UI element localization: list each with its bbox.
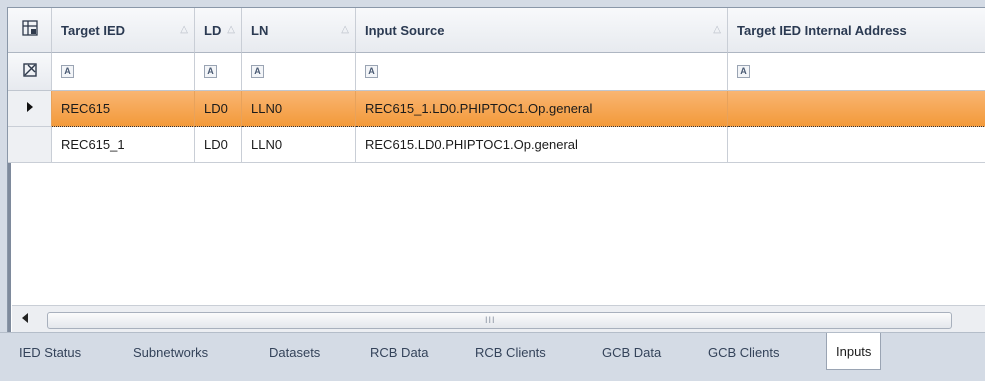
- column-header-ln[interactable]: LN △: [242, 8, 356, 53]
- cell-input-source[interactable]: REC615.LD0.PHIPTOC1.Op.general: [356, 127, 728, 163]
- tab-gcb-data[interactable]: GCB Data: [593, 338, 670, 368]
- cell-target-ied-internal-address[interactable]: [728, 91, 985, 127]
- tab-gcb-clients[interactable]: GCB Clients: [699, 338, 789, 368]
- column-label: LN: [251, 22, 269, 38]
- tab-datasets[interactable]: Datasets: [260, 338, 329, 368]
- filter-cell-input-source[interactable]: A: [356, 53, 728, 91]
- bottom-tab-bar: IED Status Subnetworks Datasets RCB Data…: [0, 332, 985, 381]
- column-header-target-ied-internal-address[interactable]: Target IED Internal Address: [728, 8, 985, 53]
- cell-ln[interactable]: LLN0: [242, 91, 356, 127]
- cell-ld[interactable]: LD0: [195, 127, 242, 163]
- cell-input-source[interactable]: REC615_1.LD0.PHIPTOC1.Op.general: [356, 91, 728, 127]
- horizontal-scrollbar[interactable]: III: [12, 305, 985, 334]
- filter-toggle-icon: [22, 63, 37, 80]
- tab-rcb-data[interactable]: RCB Data: [361, 338, 438, 368]
- grid-left-border: [8, 163, 11, 333]
- row-indicator[interactable]: [8, 127, 52, 163]
- tab-subnetworks[interactable]: Subnetworks: [124, 338, 217, 368]
- filter-operator-icon[interactable]: A: [365, 65, 378, 78]
- sort-icon: △: [180, 24, 188, 35]
- column-header-input-source[interactable]: Input Source △: [356, 8, 728, 53]
- column-header-ld[interactable]: LD △: [195, 8, 242, 53]
- filter-operator-icon[interactable]: A: [737, 65, 750, 78]
- inputs-grid-panel: Target IED △ LD △ LN △ Input Source △ Ta…: [7, 7, 985, 381]
- table-row[interactable]: REC615 LD0 LLN0 REC615_1.LD0.PHIPTOC1.Op…: [8, 91, 985, 127]
- row-indicator[interactable]: [8, 91, 52, 127]
- filter-cell-ld[interactable]: A: [195, 53, 242, 91]
- column-label: LD: [204, 22, 222, 38]
- column-label: Input Source: [365, 22, 445, 38]
- grid-header: Target IED △ LD △ LN △ Input Source △ Ta…: [8, 8, 985, 53]
- filter-operator-icon[interactable]: A: [61, 65, 74, 78]
- column-label: Target IED: [61, 22, 126, 38]
- filter-cell-ln[interactable]: A: [242, 53, 356, 91]
- filter-operator-icon[interactable]: A: [251, 65, 264, 78]
- sort-icon: △: [713, 24, 721, 35]
- column-chooser-button[interactable]: [8, 8, 52, 53]
- filter-row: A A A A A: [8, 53, 985, 91]
- cell-target-ied-internal-address[interactable]: [728, 127, 985, 163]
- filter-operator-icon[interactable]: A: [204, 65, 217, 78]
- scrollbar-thumb[interactable]: III: [47, 312, 952, 329]
- scrollbar-grip: III: [485, 315, 496, 325]
- row-pointer-icon: [26, 102, 34, 115]
- tab-rcb-clients[interactable]: RCB Clients: [466, 338, 555, 368]
- column-header-target-ied[interactable]: Target IED △: [52, 8, 195, 53]
- cell-ld[interactable]: LD0: [195, 91, 242, 127]
- table-row[interactable]: REC615_1 LD0 LLN0 REC615.LD0.PHIPTOC1.Op…: [8, 127, 985, 163]
- tab-ied-status[interactable]: IED Status: [10, 338, 90, 368]
- tab-inputs[interactable]: Inputs: [826, 333, 882, 370]
- cell-ln[interactable]: LLN0: [242, 127, 356, 163]
- scroll-left-icon[interactable]: [18, 313, 32, 327]
- grid-empty-area: [8, 163, 985, 305]
- filter-toggle-button[interactable]: [8, 53, 52, 91]
- sort-icon: △: [341, 24, 349, 35]
- filter-cell-target-ied-internal-address[interactable]: A: [728, 53, 985, 91]
- column-chooser-icon: [21, 20, 38, 40]
- cell-target-ied[interactable]: REC615_1: [52, 127, 195, 163]
- sort-icon: △: [227, 24, 235, 35]
- filter-cell-target-ied[interactable]: A: [52, 53, 195, 91]
- column-label: Target IED Internal Address: [737, 22, 907, 38]
- cell-target-ied[interactable]: REC615: [52, 91, 195, 127]
